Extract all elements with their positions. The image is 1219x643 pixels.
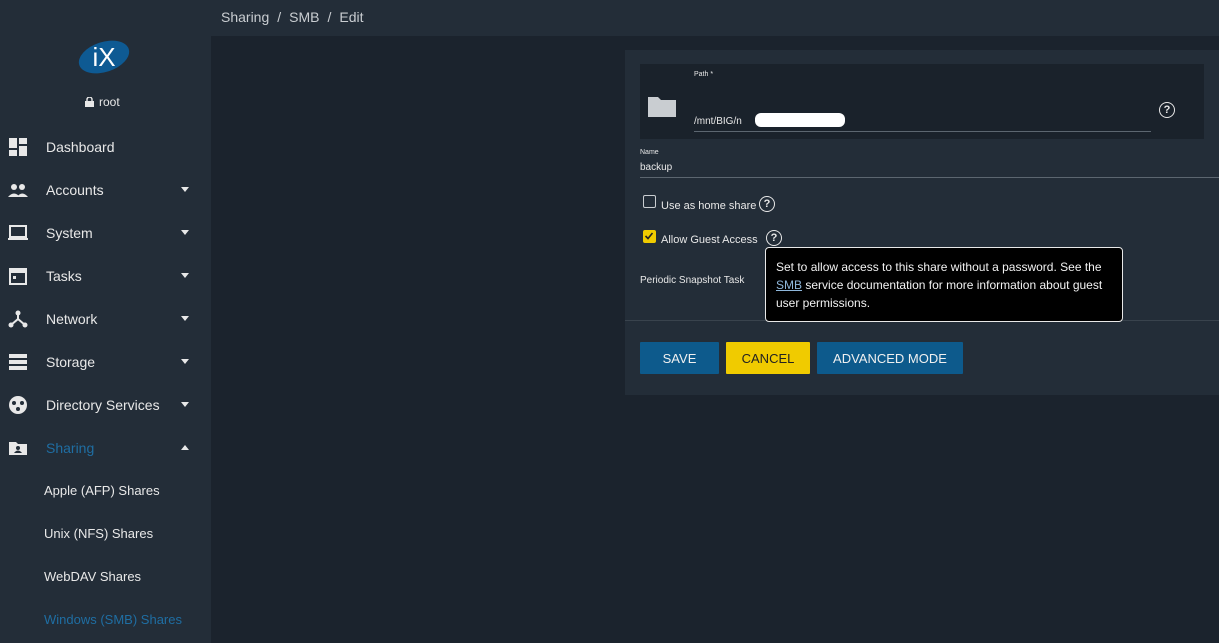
help-icon[interactable]: ? — [759, 196, 775, 212]
guest-access-label: Allow Guest Access — [661, 234, 758, 246]
tooltip-text-before: Set to allow access to this share withou… — [776, 260, 1102, 274]
nav-label: Accounts — [46, 181, 104, 198]
nav-item-network[interactable]: Network — [0, 297, 211, 340]
sub-item-afp-shares[interactable]: Apple (AFP) Shares — [44, 483, 160, 498]
directory-icon — [9, 395, 27, 414]
chevron-down-icon — [181, 359, 189, 364]
path-label: Path * — [694, 71, 714, 78]
path-value-text: /mnt/BIG/n — [694, 116, 742, 127]
user-name: root — [99, 95, 120, 109]
storage-icon — [9, 353, 27, 370]
home-share-checkbox[interactable] — [643, 195, 656, 208]
topbar: Sharing / SMB / Edit — [211, 0, 1219, 36]
help-icon[interactable]: ? — [1159, 102, 1175, 118]
calendar-icon — [9, 267, 27, 285]
network-icon — [8, 310, 28, 327]
share-folder-icon — [9, 441, 27, 455]
nav-label: Dashboard — [46, 138, 115, 155]
breadcrumb-separator: / — [277, 9, 282, 25]
sidebar: iX root Dashboard Accounts System Tasks … — [0, 0, 211, 643]
breadcrumb: Sharing / SMB / Edit — [221, 9, 364, 25]
nav-label: Network — [46, 310, 98, 327]
ix-logo[interactable]: iX — [78, 38, 130, 76]
sub-item-nfs-shares[interactable]: Unix (NFS) Shares — [44, 526, 153, 541]
nav-label: System — [46, 224, 93, 241]
check-icon — [644, 232, 654, 240]
nav-label: Tasks — [46, 267, 82, 284]
guest-access-tooltip: Set to allow access to this share withou… — [765, 247, 1123, 322]
nav-item-tasks[interactable]: Tasks — [0, 254, 211, 297]
lock-icon — [85, 97, 94, 107]
people-icon — [8, 183, 28, 197]
dashboard-icon — [9, 137, 27, 156]
nav-label: Storage — [46, 353, 96, 370]
nav-item-directory-services[interactable]: Directory Services — [0, 383, 211, 426]
breadcrumb-separator: / — [327, 9, 332, 25]
chevron-down-icon — [181, 230, 189, 235]
save-button[interactable]: SAVE — [640, 342, 719, 374]
name-underline — [640, 177, 1219, 178]
name-label: Name — [640, 149, 659, 156]
guest-access-checkbox[interactable] — [643, 230, 656, 243]
folder-icon[interactable] — [648, 95, 676, 117]
breadcrumb-edit: Edit — [339, 9, 364, 25]
breadcrumb-sharing[interactable]: Sharing — [221, 9, 269, 25]
chevron-down-icon — [181, 187, 189, 192]
home-share-label: Use as home share — [661, 200, 757, 212]
tooltip-text-after: service documentation for more informati… — [776, 278, 1103, 310]
nav-item-accounts[interactable]: Accounts — [0, 168, 211, 211]
path-underline — [694, 131, 1151, 132]
laptop-icon — [8, 224, 28, 240]
nav-item-sharing[interactable]: Sharing — [0, 426, 211, 469]
path-field[interactable]: Path * /mnt/BIG/nback ? — [640, 64, 1204, 139]
tooltip-smb-link[interactable]: SMB — [776, 278, 802, 292]
chevron-down-icon — [181, 402, 189, 407]
chevron-up-icon — [181, 445, 189, 450]
redaction-mark — [755, 113, 845, 127]
name-input[interactable]: backup — [640, 162, 672, 173]
sub-item-smb-shares[interactable]: Windows (SMB) Shares — [44, 612, 182, 627]
snapshot-task-label[interactable]: Periodic Snapshot Task — [640, 275, 744, 286]
help-icon[interactable]: ? — [766, 230, 782, 246]
chevron-down-icon — [181, 316, 189, 321]
nav-label: Directory Services — [46, 396, 160, 413]
cancel-button[interactable]: CANCEL — [726, 342, 810, 374]
nav-item-storage[interactable]: Storage — [0, 340, 211, 383]
advanced-mode-button[interactable]: ADVANCED MODE — [817, 342, 963, 374]
sub-item-webdav-shares[interactable]: WebDAV Shares — [44, 569, 141, 584]
user-badge[interactable]: root — [85, 95, 120, 109]
chevron-down-icon — [181, 273, 189, 278]
smb-edit-form: Path * /mnt/BIG/nback ? Name backup Use … — [625, 50, 1219, 395]
nav-label: Sharing — [46, 439, 95, 456]
nav-item-system[interactable]: System — [0, 211, 211, 254]
nav-item-dashboard[interactable]: Dashboard — [0, 125, 211, 168]
breadcrumb-smb[interactable]: SMB — [289, 9, 319, 25]
svg-text:iX: iX — [92, 42, 115, 72]
